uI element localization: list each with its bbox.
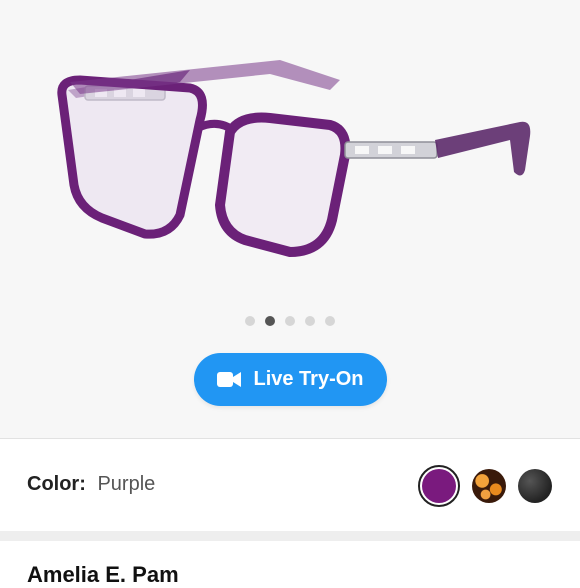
live-try-on-button[interactable]: Live Try-On (194, 353, 387, 406)
carousel-dot-active[interactable] (265, 316, 275, 326)
carousel-dot[interactable] (305, 316, 315, 326)
swatch-purple[interactable] (422, 469, 456, 503)
carousel-dot[interactable] (285, 316, 295, 326)
carousel-dot[interactable] (325, 316, 335, 326)
swatch-black[interactable] (518, 469, 552, 503)
carousel-dot[interactable] (245, 316, 255, 326)
video-camera-icon (217, 371, 242, 388)
color-key: Color: (27, 473, 86, 495)
live-try-on-label: Live Try-On (253, 368, 364, 390)
color-label: Color: Purple (27, 473, 155, 496)
carousel-indicator (0, 316, 580, 326)
swatch-tortoise[interactable] (472, 469, 506, 503)
section-separator (0, 531, 580, 541)
color-selector: Color: Purple (0, 439, 580, 531)
product-image[interactable] (40, 40, 550, 290)
swatch-purple-selected[interactable] (418, 465, 460, 507)
selected-color-name: Purple (97, 473, 156, 495)
product-name: Amelia E. Pam (27, 562, 179, 587)
color-swatches (418, 465, 552, 507)
product-gallery: Live Try-On (0, 0, 580, 438)
